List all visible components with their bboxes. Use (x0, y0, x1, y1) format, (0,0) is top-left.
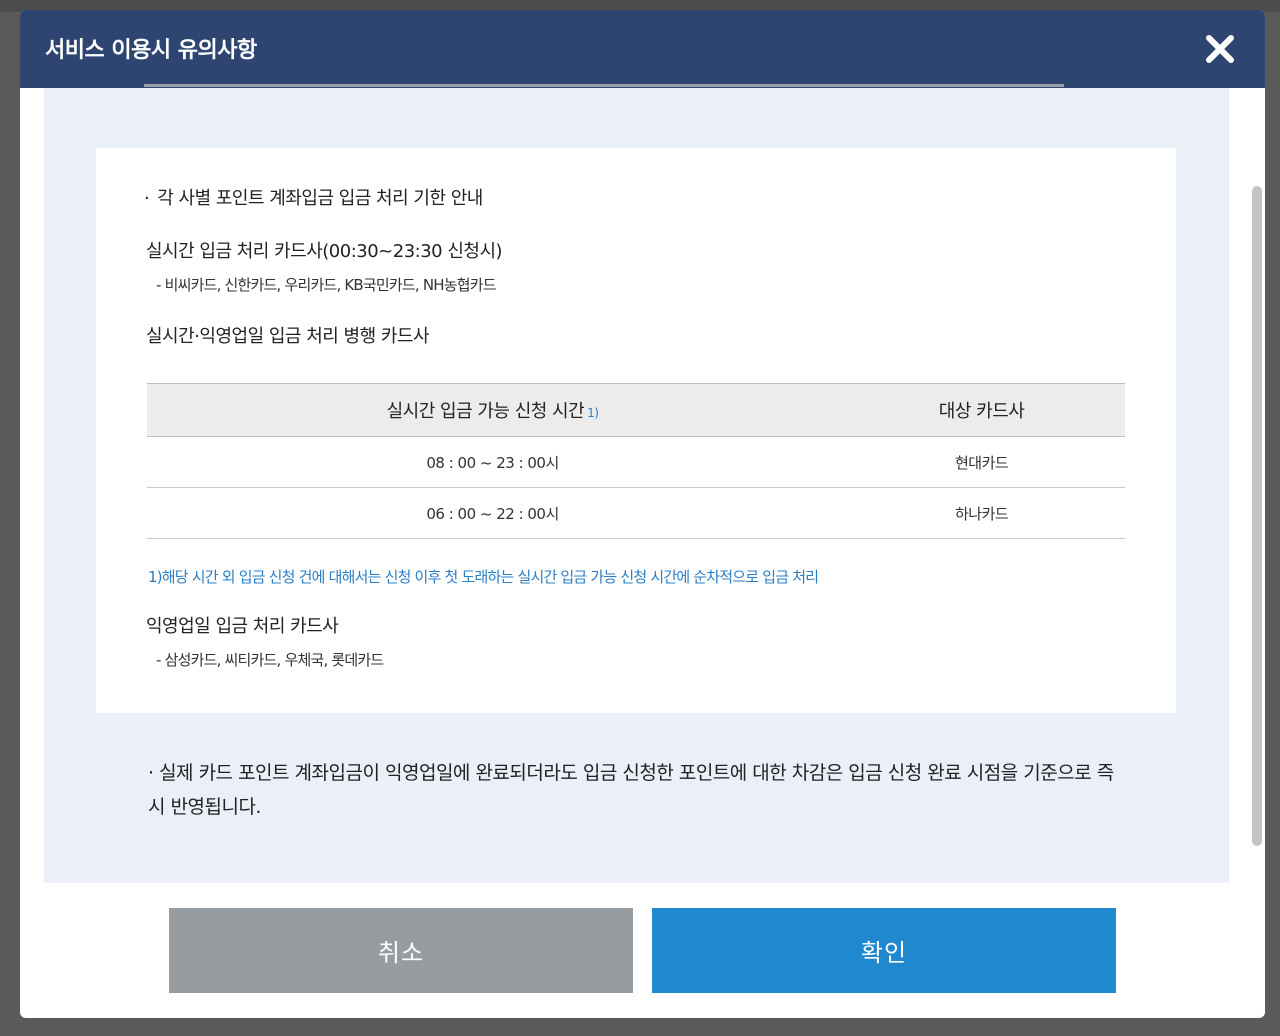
table-cell-time: 08 : 00 ~ 23 : 00시 (147, 436, 839, 488)
nextday-section-title: 익영업일 입금 처리 카드사 (146, 616, 339, 637)
parallel-section-title: 실시간·익영업일 입금 처리 병행 카드사 (146, 326, 430, 347)
table-cell-card: 현대카드 (838, 436, 1125, 488)
deposit-deadline-info-box: · 각 사별 포인트 계좌입금 입금 처리 기한 안내 실시간 입금 처리 카드사… (96, 148, 1176, 713)
modal-header: 서비스 이용시 유의사항 (20, 10, 1265, 88)
modal-title: 서비스 이용시 유의사항 (45, 38, 257, 63)
table-cell-time: 06 : 00 ~ 22 : 00시 (147, 487, 839, 539)
nextday-card-list: - 삼성카드, 씨티카드, 우체국, 롯데카드 (156, 651, 384, 669)
table-row: 08 : 00 ~ 23 : 00시 현대카드 (147, 436, 1125, 488)
notice-modal: 서비스 이용시 유의사항 · 각 사별 포인트 계좌입금 입금 처리 기한 안내 … (20, 10, 1265, 1018)
table-footnote: 1)해당 시간 외 입금 신청 건에 대해서는 신청 이후 첫 도래하는 실시간… (148, 568, 819, 586)
info-heading-text: 각 사별 포인트 계좌입금 입금 처리 기한 안내 (157, 188, 483, 209)
close-icon (1206, 35, 1234, 63)
table-row: 06 : 00 ~ 22 : 00시 하나카드 (147, 487, 1125, 539)
realtime-section-title: 실시간 입금 처리 카드사(00:30~23:30 신청시) (146, 241, 503, 262)
modal-scrollbar[interactable] (1252, 186, 1262, 846)
realtime-card-list: - 비씨카드, 신한카드, 우리카드, KB국민카드, NH농협카드 (156, 276, 497, 294)
cancel-button[interactable]: 취소 (169, 908, 633, 993)
info-heading: · 각 사별 포인트 계좌입금 입금 처리 기한 안내 (144, 184, 483, 210)
table-header-time-label: 실시간 입금 가능 신청 시간 (386, 401, 585, 422)
close-button[interactable] (1203, 32, 1237, 66)
modal-content[interactable]: · 각 사별 포인트 계좌입금 입금 처리 기한 안내 실시간 입금 처리 카드사… (44, 84, 1229, 883)
realtime-time-table: 실시간 입금 가능 신청 시간 1) 대상 카드사 08 : 00 ~ 23 : … (147, 383, 1125, 539)
clipped-text-line (144, 82, 1064, 92)
table-header-row: 실시간 입금 가능 신청 시간 1) 대상 카드사 (147, 383, 1125, 437)
confirm-button[interactable]: 확인 (652, 908, 1116, 993)
bullet-mark: · (144, 188, 150, 209)
footnote-ref: 1) (587, 406, 599, 420)
table-header-card: 대상 카드사 (838, 383, 1125, 437)
table-cell-card: 하나카드 (838, 487, 1125, 539)
table-header-time: 실시간 입금 가능 신청 시간 1) (147, 383, 839, 437)
deduction-notice: · 실제 카드 포인트 계좌입금이 익영업일에 완료되더라도 입금 신청한 포인… (148, 762, 1114, 818)
